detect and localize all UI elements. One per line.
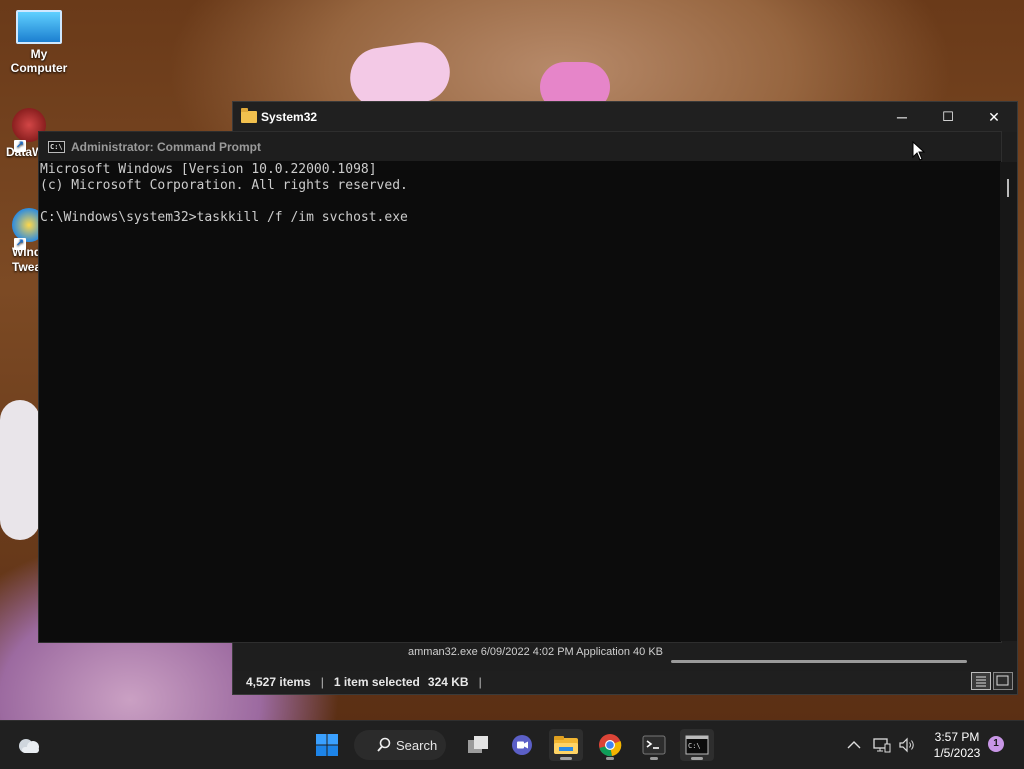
desktop-icon-my-computer[interactable]: My Computer xyxy=(4,10,74,75)
shortcut-arrow-icon: ↗ xyxy=(14,140,26,152)
notification-badge[interactable]: 1 xyxy=(988,736,1004,752)
selected-count: 1 item selected xyxy=(333,675,420,689)
taskbar-app-terminal[interactable] xyxy=(637,729,671,761)
large-icons-view-button[interactable] xyxy=(993,672,1013,690)
taskbar: Search C:\ 3:57 PM 1/5/2023 xyxy=(0,720,1024,769)
start-button[interactable] xyxy=(310,729,344,761)
clock-time: 3:57 PM xyxy=(934,730,980,744)
running-indicator xyxy=(606,757,614,760)
mouse-cursor-icon xyxy=(912,140,926,166)
running-indicator xyxy=(691,757,703,760)
folder-icon xyxy=(554,736,578,754)
shortcut-arrow-icon: ↗ xyxy=(14,238,26,250)
scrollbar-thumb[interactable] xyxy=(1007,179,1009,197)
task-view-icon xyxy=(468,736,488,753)
volume-button[interactable] xyxy=(896,721,918,769)
selected-size: 324 KB xyxy=(427,675,469,689)
cmd-icon: C:\ xyxy=(685,735,709,755)
folder-icon xyxy=(241,108,257,123)
taskbar-app-command-prompt[interactable]: C:\ xyxy=(680,729,714,761)
terminal-icon xyxy=(642,735,666,755)
svg-text:C:\: C:\ xyxy=(688,742,701,750)
console-prompt-line: C:\Windows\system32>taskkill /f /im svch… xyxy=(40,210,408,225)
cmd-icon: C:\ xyxy=(48,140,65,153)
teams-chat-icon xyxy=(512,735,532,755)
console-line: Microsoft Windows [Version 10.0.22000.10… xyxy=(40,162,377,177)
minimize-button[interactable]: ─ xyxy=(879,102,925,132)
items-count: 4,527 items xyxy=(246,675,311,689)
running-indicator xyxy=(650,757,658,760)
console-output[interactable]: Microsoft Windows [Version 10.0.22000.10… xyxy=(39,162,990,640)
chevron-up-icon xyxy=(847,741,861,749)
speaker-icon xyxy=(899,737,914,753)
taskbar-app-teams-chat[interactable] xyxy=(505,729,539,761)
details-view-icon xyxy=(976,676,986,687)
chrome-icon xyxy=(599,734,622,757)
windows-logo-icon xyxy=(316,734,338,756)
taskbar-app-file-explorer[interactable] xyxy=(549,729,583,761)
console-line: (c) Microsoft Corporation. All rights re… xyxy=(40,178,408,193)
status-divider: | xyxy=(478,675,482,689)
network-button[interactable] xyxy=(871,721,893,769)
weather-widget-button[interactable] xyxy=(12,729,46,761)
horizontal-scrollbar[interactable] xyxy=(671,660,967,663)
explorer-title: System32 xyxy=(261,110,318,124)
command-prompt-window[interactable]: C:\ Administrator: Command Prompt Micros… xyxy=(38,131,1017,643)
weather-cloud-icon xyxy=(19,739,39,753)
file-list-row-partial[interactable]: amman32.exe 6/09/2022 4:02 PM Applicatio… xyxy=(408,646,998,658)
running-indicator xyxy=(560,757,572,760)
wallpaper-shape xyxy=(0,400,40,540)
network-icon xyxy=(873,738,891,753)
clock-date: 1/5/2023 xyxy=(933,746,981,760)
show-hidden-icons-button[interactable] xyxy=(843,721,865,769)
taskbar-clock[interactable]: 3:57 PM 1/5/2023 xyxy=(928,729,986,761)
tiles-view-icon xyxy=(996,675,1009,686)
taskbar-search-button[interactable]: Search xyxy=(354,730,446,760)
cmd-titlebar[interactable]: C:\ Administrator: Command Prompt xyxy=(39,132,1001,161)
close-button[interactable]: ✕ xyxy=(971,102,1017,132)
details-view-button[interactable] xyxy=(971,672,991,690)
taskbar-app-chrome[interactable] xyxy=(593,729,627,761)
maximize-button[interactable]: ☐ xyxy=(925,102,971,132)
cmd-title: Administrator: Command Prompt xyxy=(71,139,262,154)
search-label: Search xyxy=(396,737,438,753)
search-icon xyxy=(377,737,391,752)
desktop-icon-label: My Computer xyxy=(10,47,68,75)
monitor-icon xyxy=(16,10,62,44)
explorer-statusbar: 4,527 items | 1 item selected 324 KB | xyxy=(233,671,1017,693)
vertical-scrollbar[interactable] xyxy=(1000,162,1017,641)
status-divider: | xyxy=(320,675,324,689)
taskbar-app-task-view[interactable] xyxy=(461,729,495,761)
